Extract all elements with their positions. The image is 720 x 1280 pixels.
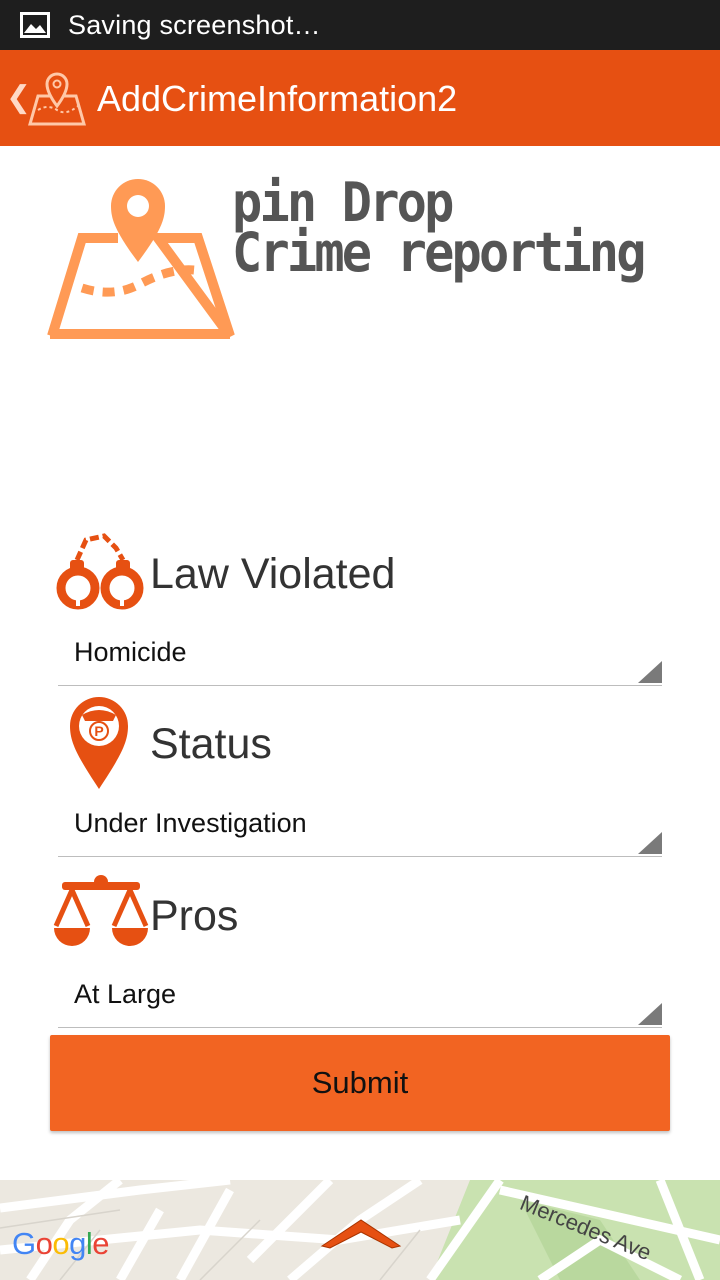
- action-bar: ❮ AddCrimeInformation2: [0, 50, 720, 146]
- law-violated-select[interactable]: Homicide: [58, 625, 662, 686]
- dropdown-arrow-icon: [638, 1003, 662, 1025]
- scales-icon: [53, 875, 149, 946]
- image-icon: [20, 12, 50, 38]
- submit-button[interactable]: Submit: [50, 1035, 670, 1131]
- status-label: Status: [150, 720, 272, 768]
- handcuffs-icon: [56, 533, 144, 610]
- google-letter: g: [69, 1226, 86, 1261]
- status-select[interactable]: Under Investigation: [58, 796, 662, 857]
- law-violated-value: Homicide: [74, 637, 187, 667]
- google-letter: o: [52, 1226, 70, 1261]
- screen-title: AddCrimeInformation2: [97, 78, 458, 119]
- pros-label: Pros: [150, 892, 239, 940]
- logo-wordmark: pin Drop Crime reporting: [232, 176, 646, 284]
- chevron-up-icon[interactable]: [318, 1214, 404, 1250]
- logo-line-2: Crime reporting: [232, 221, 646, 284]
- dropdown-arrow-icon: [638, 832, 662, 854]
- map-pin-icon: [28, 72, 86, 126]
- pros-select[interactable]: At Large: [58, 967, 662, 1028]
- law-violated-label: Law Violated: [150, 550, 396, 598]
- status-bar: Saving screenshot…: [0, 0, 720, 50]
- pros-value: At Large: [74, 979, 177, 1009]
- google-logo: Google: [12, 1226, 110, 1262]
- google-letter: e: [92, 1226, 110, 1261]
- status-text: Saving screenshot…: [68, 10, 321, 40]
- police-pin-icon: P: [70, 697, 128, 789]
- pin-drop-logo-icon: [47, 179, 235, 339]
- google-letter: o: [35, 1226, 53, 1261]
- status-value: Under Investigation: [74, 808, 307, 838]
- svg-text:P: P: [94, 723, 103, 739]
- dropdown-arrow-icon: [638, 661, 662, 683]
- google-letter: G: [12, 1226, 36, 1261]
